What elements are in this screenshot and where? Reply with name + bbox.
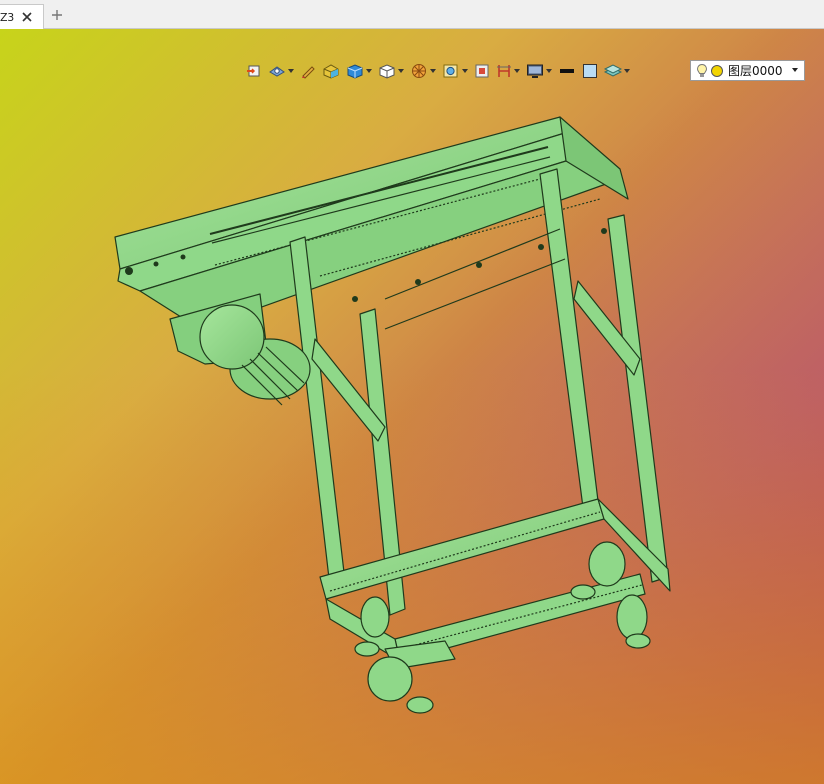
zoom-fit-icon	[443, 64, 458, 78]
caster-rear-right	[616, 594, 651, 649]
view-orient-button[interactable]	[246, 63, 262, 79]
clipping-button[interactable]	[474, 63, 490, 79]
wire-cube-icon	[379, 64, 395, 79]
caster-rear-left	[367, 640, 456, 714]
section-button[interactable]	[410, 63, 436, 79]
pen-sketch-button[interactable]	[300, 63, 316, 79]
chevron-down-icon	[792, 68, 798, 72]
line-weight-icon	[560, 69, 574, 73]
render-mode-button[interactable]	[268, 63, 294, 79]
line-weight-button[interactable]	[558, 63, 576, 79]
render-mode-icon	[269, 66, 285, 77]
view-toolbar	[246, 60, 636, 82]
part-color-icon	[323, 64, 339, 79]
motor-end-cap	[199, 304, 265, 370]
tab-document[interactable]: Z3	[0, 4, 44, 29]
wire-cube-button[interactable]	[378, 63, 404, 79]
right-post-front	[539, 168, 601, 524]
document-tab-bar: Z3	[0, 0, 824, 29]
dimension-button[interactable]	[496, 63, 520, 79]
layer-color-icon[interactable]	[710, 64, 724, 78]
bottom-beam-front	[319, 498, 605, 600]
lightbulb-icon[interactable]	[696, 63, 708, 79]
view-orient-icon	[247, 65, 260, 77]
display-icon	[527, 64, 543, 78]
section-icon	[412, 64, 426, 78]
3d-viewport[interactable]: 图层0000	[0, 29, 824, 784]
solid-box-icon	[347, 64, 363, 79]
layer-dropdown[interactable]: 图层0000	[690, 60, 805, 81]
3d-model-frame-assembly[interactable]	[0, 29, 824, 784]
display-button[interactable]	[526, 63, 552, 79]
layer-stack-icon	[604, 64, 622, 77]
clipping-icon	[475, 64, 489, 78]
zoom-fit-button[interactable]	[442, 63, 468, 79]
layer-stack-button[interactable]	[604, 63, 630, 79]
left-post-front	[289, 236, 346, 588]
pen-sketch-icon	[302, 66, 315, 79]
close-icon[interactable]	[21, 11, 33, 23]
part-color-button[interactable]	[322, 63, 340, 79]
color-swatch-icon	[583, 64, 597, 78]
dimension-icon	[497, 65, 511, 77]
layer-name: 图层0000	[728, 64, 783, 78]
solid-box-button[interactable]	[346, 63, 372, 79]
add-tab-icon[interactable]	[51, 9, 63, 21]
color-swatch-button[interactable]	[582, 63, 598, 79]
tab-label: Z3	[0, 10, 14, 24]
